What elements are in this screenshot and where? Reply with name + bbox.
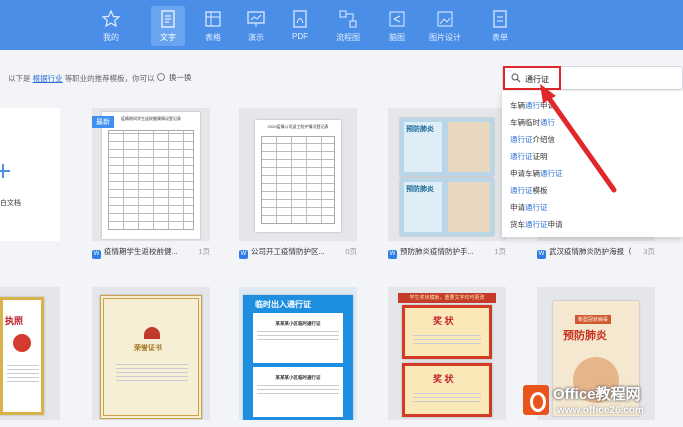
image-design-icon — [434, 8, 456, 30]
writer-doc-icon: W — [239, 250, 248, 259]
office-logo-icon — [523, 385, 549, 415]
writer-doc-icon: W — [92, 250, 101, 259]
search-suggestions: 车辆通行申请 车辆临时通行 通行证介绍信 通行证证明 申请车辆通行证 通行证模板… — [502, 91, 683, 237]
tab-image-design[interactable]: 图片设计 — [428, 6, 462, 46]
tab-mine[interactable]: 我的 — [94, 6, 128, 46]
industry-link[interactable]: 根据行业 — [33, 74, 63, 83]
suggestion-item[interactable]: 车辆通行申请 — [502, 97, 683, 114]
highlight-box — [503, 66, 561, 90]
suggestion-item[interactable]: 通行证介绍信 — [502, 131, 683, 148]
tab-spreadsheet[interactable]: 表格 — [196, 6, 230, 46]
table-icon — [202, 8, 224, 30]
site-watermark: Office教程网 www.office26.com — [523, 377, 683, 427]
tab-mindmap[interactable]: 脑图 — [380, 6, 414, 46]
top-toolbar: 我的 文字 表格 演示 PDF 流程图 脑图 图片设计 表单 — [0, 0, 683, 50]
recommend-prefix: 以下是 — [8, 74, 31, 83]
tab-presentation[interactable]: 演示 — [239, 6, 273, 46]
page-count: 3页 — [643, 247, 655, 256]
tab-pdf[interactable]: PDF — [283, 6, 317, 46]
suggestion-item[interactable]: 申请通行证 — [502, 199, 683, 216]
page-count: 1页 — [494, 247, 506, 256]
recommend-suffix: 等职业的推荐模板，你可以 — [64, 74, 155, 83]
star-icon — [100, 8, 122, 30]
page-count: 0页 — [345, 247, 357, 256]
writer-doc-icon: W — [537, 250, 546, 259]
watermark-brand: Office教程网 — [553, 386, 641, 403]
page-count: 1页 — [198, 247, 210, 256]
new-badge: 最新 — [92, 116, 114, 128]
card-title: 疫情期学生返校前健... — [104, 247, 178, 256]
tab-form[interactable]: 表单 — [483, 6, 517, 46]
pdf-icon — [289, 8, 311, 30]
card-title: 公司开工疫情防护区... — [251, 247, 325, 256]
blank-doc-label: 白文档 — [0, 200, 21, 207]
mindmap-icon — [386, 8, 408, 30]
card-title: 预防肺炎疫情防护手... — [400, 247, 474, 256]
suggestion-item[interactable]: 车辆临时通行 — [502, 114, 683, 131]
suggestion-item[interactable]: 通行证模板 — [502, 182, 683, 199]
suggestion-item[interactable]: 申请车辆通行证 — [502, 165, 683, 182]
writer-doc-icon: W — [388, 250, 397, 259]
document-icon — [157, 8, 179, 30]
refresh-icon — [157, 73, 165, 81]
flowchart-icon — [337, 8, 359, 30]
tab-writer[interactable]: 文字 — [151, 6, 185, 46]
suggestion-item[interactable]: 货车通行证申请 — [502, 216, 683, 233]
form-icon — [489, 8, 511, 30]
refresh-button[interactable]: 换一换 — [157, 72, 192, 83]
presentation-icon — [245, 8, 267, 30]
watermark-url: www.office26.com — [557, 405, 644, 416]
suggestion-item[interactable]: 通行证证明 — [502, 148, 683, 165]
tab-flowchart[interactable]: 流程图 — [331, 6, 365, 46]
card-title: 武汉疫情肺炎防护海报（ — [549, 247, 632, 256]
